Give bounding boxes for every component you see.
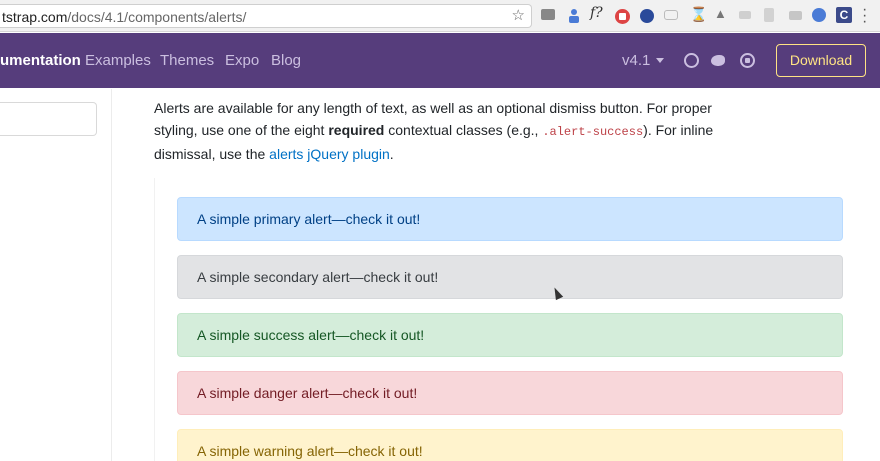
alert-warning: A simple warning alert—check it out! [177,429,843,461]
nav-blog[interactable]: Blog [271,52,301,69]
blue-circle-icon[interactable] [812,8,826,22]
address-bar[interactable]: tstrap.com/docs/4.1/components/alerts/ ☆ [0,4,532,28]
bookmark-star-icon[interactable]: ☆ [512,7,525,25]
dots-icon[interactable] [664,10,678,20]
grey-icon[interactable] [764,8,774,22]
github-icon[interactable] [684,53,699,68]
alert-primary: A simple primary alert—check it out! [177,197,843,241]
download-button[interactable]: Download [776,44,866,77]
alert-danger: A simple danger alert—check it out! [177,371,843,415]
grey-icon[interactable] [789,11,802,20]
alerts-plugin-link[interactable]: alerts jQuery plugin [269,146,390,162]
globe-icon[interactable] [640,9,654,23]
alert-success: A simple success alert—check it out! [177,313,843,357]
nav-documentation[interactable]: umentation [0,52,81,69]
sidebar [0,89,112,461]
browser-menu-icon[interactable]: · · · [862,2,867,30]
intro-code: .alert-success [542,125,644,139]
site-navbar: umentation Examples Themes Expo Blog v4.… [0,33,880,88]
url-path: /docs/4.1/components/alerts/ [67,9,247,25]
intro-paragraph: Alerts are available for any length of t… [154,97,734,165]
witch-hat-icon[interactable]: ▲ [714,6,727,22]
fx-icon[interactable]: f? [590,5,603,21]
chevron-down-icon [656,58,664,63]
camera-icon[interactable] [541,9,555,20]
person-icon[interactable] [566,8,582,24]
nav-themes[interactable]: Themes [160,52,214,69]
browser-toolbar: tstrap.com/docs/4.1/components/alerts/ ☆… [0,0,880,32]
hourglass-icon[interactable]: ⌛ [690,6,707,22]
lock-icon-inner [619,13,626,20]
search-input[interactable] [0,102,97,136]
version-dropdown[interactable]: v4.1 [622,52,650,69]
twitter-icon[interactable] [711,55,725,66]
intro-text-2: contextual classes (e.g., [384,122,543,138]
intro-text-4: . [389,146,394,162]
slack-icon[interactable] [740,53,755,68]
alert-secondary: A simple secondary alert—check it out! [177,255,843,299]
grey-icon[interactable] [739,11,751,19]
intro-required: required [328,122,385,138]
url-text: tstrap.com/docs/4.1/components/alerts/ [2,9,246,25]
url-host: tstrap.com [2,9,68,25]
c-icon[interactable]: C [836,7,852,23]
nav-expo[interactable]: Expo [225,52,259,69]
lock-icon[interactable] [615,9,630,24]
nav-examples[interactable]: Examples [85,52,151,69]
